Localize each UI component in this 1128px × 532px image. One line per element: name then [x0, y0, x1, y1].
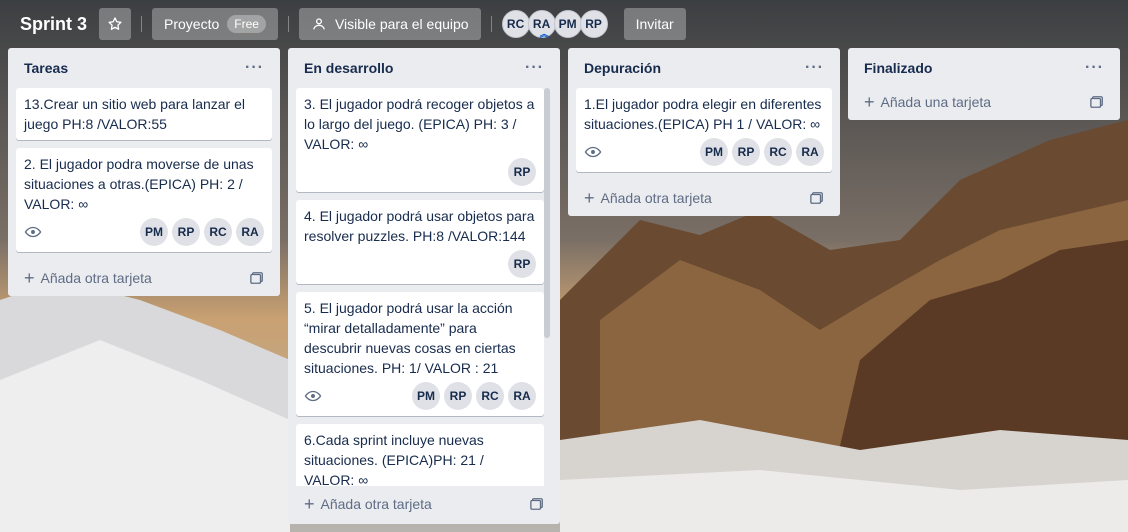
list-title[interactable]: Finalizado [864, 60, 932, 76]
card-title: 3. El jugador podrá recoger objetos a lo… [304, 96, 535, 152]
add-card-button[interactable]: + Añada otra tarjeta [296, 486, 552, 522]
card[interactable]: 6.Cada sprint incluye nuevas situaciones… [296, 424, 544, 486]
eye-icon [584, 146, 602, 158]
board-header: Sprint 3 Proyecto Free Visible para el e… [0, 0, 1128, 48]
member-avatar[interactable]: PM [412, 382, 440, 410]
card-title: 4. El jugador podrá usar objetos para re… [304, 208, 535, 244]
member-avatar[interactable]: RC [204, 218, 232, 246]
visibility-button[interactable]: Visible para el equipo [298, 8, 481, 40]
card-template-icon[interactable] [1090, 95, 1104, 109]
eye-icon [304, 390, 322, 402]
list-header: En desarrollo ··· [296, 48, 552, 88]
card-members: RP [504, 158, 536, 186]
card[interactable]: 4. El jugador podrá usar objetos para re… [296, 200, 544, 284]
member-avatar[interactable]: RA [508, 382, 536, 410]
member-avatar[interactable]: RA [796, 138, 824, 166]
card[interactable]: 1.El jugador podra elegir en diferentes … [576, 88, 832, 172]
list-depuracion: Depuración ··· 1.El jugador podra elegir… [568, 48, 840, 216]
eye-icon [24, 226, 42, 238]
member-avatar[interactable]: RP [172, 218, 200, 246]
plus-icon: + [24, 267, 35, 288]
card-badges: RP [304, 158, 536, 188]
card-title: 2. El jugador podra moverse de unas situ… [24, 156, 254, 212]
member-initials: RC [506, 17, 525, 31]
card-badges: PM RP RC RA [24, 218, 264, 248]
list-scrollbar[interactable] [544, 88, 550, 338]
add-card-label: Añada otra tarjeta [600, 190, 712, 206]
add-card-label: Añada otra tarjeta [40, 270, 152, 286]
invite-button[interactable]: Invitar [623, 8, 686, 40]
add-card-button[interactable]: + Añada otra tarjeta [576, 180, 832, 216]
list-menu-icon[interactable]: ··· [245, 59, 264, 77]
header-divider [141, 16, 143, 32]
header-divider [490, 16, 492, 32]
list-menu-icon[interactable]: ··· [805, 59, 824, 77]
card-template-icon[interactable] [810, 191, 824, 205]
list-title[interactable]: Tareas [24, 60, 68, 76]
add-card-button[interactable]: + Añada otra tarjeta [16, 260, 272, 296]
list-menu-icon[interactable]: ··· [525, 59, 544, 77]
header-divider [287, 16, 289, 32]
member-avatar[interactable]: RA ︽ [527, 10, 556, 39]
card-members: PM RP RC RA [408, 382, 536, 410]
card-badges: RP [304, 250, 536, 280]
card[interactable]: 2. El jugador podra moverse de unas situ… [16, 148, 272, 252]
board-title[interactable]: Sprint 3 [20, 14, 87, 35]
visibility-label: Visible para el equipo [334, 16, 469, 32]
list-title[interactable]: En desarrollo [304, 60, 393, 76]
workspace-button[interactable]: Proyecto Free [152, 8, 278, 40]
star-button[interactable] [99, 8, 132, 40]
card[interactable]: 13.Crear un sitio web para lanzar el jue… [16, 88, 272, 140]
plus-icon: + [304, 493, 315, 514]
workspace-badge: Free [227, 15, 266, 33]
card-members: PM RP RC RA [696, 138, 824, 166]
plus-icon: + [864, 91, 875, 112]
member-avatar[interactable]: RC [764, 138, 792, 166]
team-icon [312, 18, 325, 30]
card-template-icon[interactable] [250, 271, 264, 285]
workspace-label: Proyecto [164, 16, 220, 32]
list-en-desarrollo: En desarrollo ··· 3. El jugador podrá re… [288, 48, 560, 524]
member-avatar[interactable]: RP [508, 158, 536, 186]
list-header: Finalizado ··· [856, 48, 1112, 88]
card[interactable]: 5. El jugador podrá usar la acción “mira… [296, 292, 544, 416]
member-avatar[interactable]: RC [476, 382, 504, 410]
add-card-label: Añada otra tarjeta [320, 496, 432, 512]
card-badges: PM RP RC RA [304, 382, 536, 412]
admin-chevron-icon: ︽ [539, 29, 549, 39]
card[interactable]: 3. El jugador podrá recoger objetos a lo… [296, 88, 544, 192]
card-template-icon[interactable] [530, 497, 544, 511]
member-avatar[interactable]: PM [700, 138, 728, 166]
list-tareas: Tareas ··· 13.Crear un sitio web para la… [8, 48, 280, 296]
card-badges: PM RP RC RA [584, 138, 824, 168]
member-avatar[interactable]: RC [501, 10, 530, 38]
card-members: PM RP RC RA [136, 218, 264, 246]
member-avatar[interactable]: RP [508, 250, 536, 278]
card-title: 5. El jugador podrá usar la acción “mira… [304, 300, 516, 376]
member-initials: PM [558, 17, 577, 31]
member-avatar[interactable]: RP [579, 10, 608, 38]
member-initials: RP [585, 17, 602, 31]
member-avatar[interactable]: RP [444, 382, 472, 410]
add-card-button[interactable]: + Añada una tarjeta [856, 84, 1112, 120]
list-header: Depuración ··· [576, 48, 832, 88]
list-menu-icon[interactable]: ··· [1085, 59, 1104, 77]
list-cards-scroll: 3. El jugador podrá recoger objetos a lo… [296, 88, 552, 486]
plus-icon: + [584, 187, 595, 208]
list-header: Tareas ··· [16, 48, 272, 88]
member-avatar[interactable]: RA [236, 218, 264, 246]
card-title: 13.Crear un sitio web para lanzar el jue… [24, 96, 246, 132]
card-title: 1.El jugador podra elegir en diferentes … [584, 96, 822, 132]
add-card-label: Añada una tarjeta [880, 94, 992, 110]
card-members: RP [504, 250, 536, 278]
list-title[interactable]: Depuración [584, 60, 661, 76]
member-avatar[interactable]: RP [732, 138, 760, 166]
star-icon [108, 17, 122, 30]
board-members: RC RA ︽ PM RP [501, 10, 608, 39]
list-finalizado: Finalizado ··· + Añada una tarjeta [848, 48, 1120, 120]
card-title: 6.Cada sprint incluye nuevas situaciones… [304, 432, 484, 486]
member-avatar[interactable]: PM [553, 10, 582, 38]
member-avatar[interactable]: PM [140, 218, 168, 246]
